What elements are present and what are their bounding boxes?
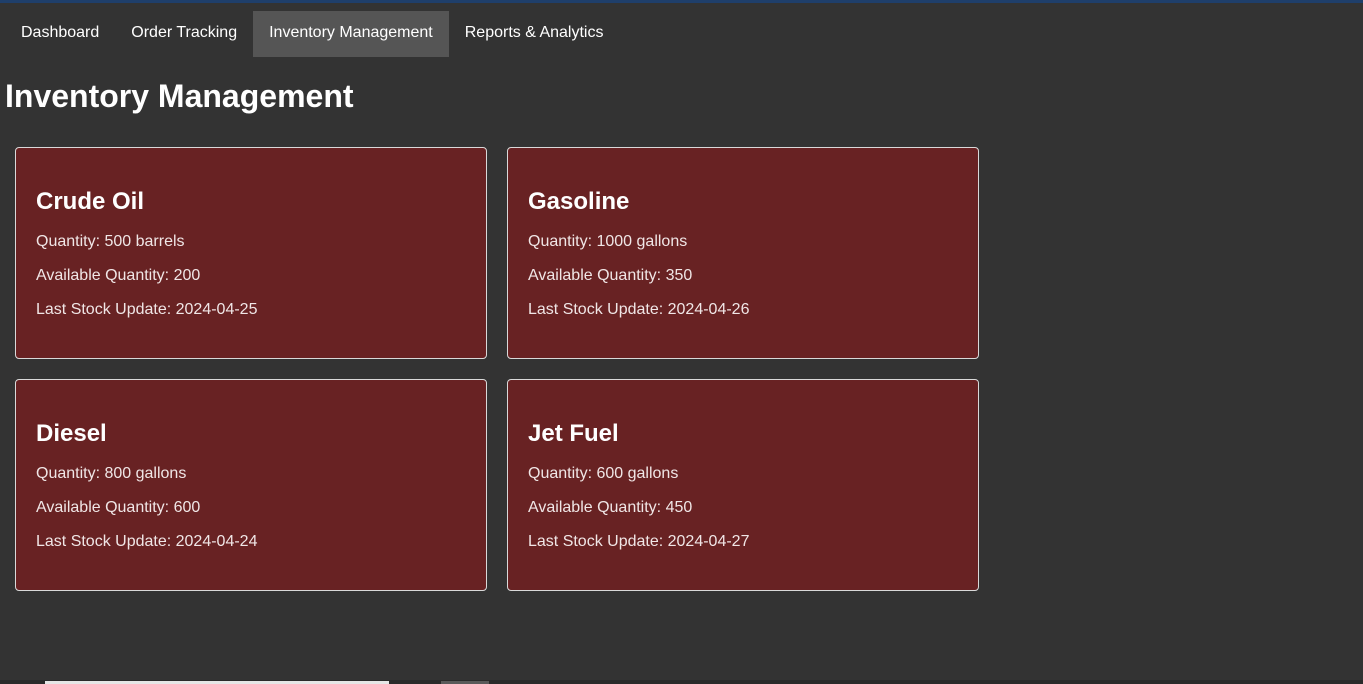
card-title: Gasoline bbox=[528, 188, 630, 215]
card-title: Jet Fuel bbox=[528, 420, 619, 447]
card-available-quantity: Available Quantity: 600 bbox=[36, 499, 201, 516]
card-quantity: Quantity: 600 gallons bbox=[528, 465, 679, 482]
inventory-grid: Crude Oil Quantity: 500 barrels Availabl… bbox=[15, 147, 979, 591]
page-title: Inventory Management bbox=[5, 78, 354, 114]
card-last-stock-update: Last Stock Update: 2024-04-24 bbox=[36, 533, 258, 550]
card-quantity: Quantity: 1000 gallons bbox=[528, 233, 688, 250]
card-last-stock-update: Last Stock Update: 2024-04-25 bbox=[36, 301, 258, 318]
card-quantity: Quantity: 800 gallons bbox=[36, 465, 187, 482]
card-available-quantity: Available Quantity: 450 bbox=[528, 499, 693, 516]
card-title: Crude Oil bbox=[36, 188, 145, 215]
nav-item-dashboard[interactable]: Dashboard bbox=[5, 11, 115, 57]
inventory-card-gasoline: Gasoline Quantity: 1000 gallons Availabl… bbox=[507, 147, 979, 359]
inventory-card-jet-fuel: Jet Fuel Quantity: 600 gallons Available… bbox=[507, 379, 979, 591]
card-available-quantity: Available Quantity: 350 bbox=[528, 267, 693, 284]
card-last-stock-update: Last Stock Update: 2024-04-26 bbox=[528, 301, 750, 318]
top-accent-border bbox=[0, 0, 1363, 3]
card-quantity: Quantity: 500 barrels bbox=[36, 233, 185, 250]
nav-item-order-tracking[interactable]: Order Tracking bbox=[115, 11, 253, 57]
card-title: Diesel bbox=[36, 420, 107, 447]
inventory-card-crude-oil: Crude Oil Quantity: 500 barrels Availabl… bbox=[15, 147, 487, 359]
card-last-stock-update: Last Stock Update: 2024-04-27 bbox=[528, 533, 750, 550]
card-available-quantity: Available Quantity: 200 bbox=[36, 267, 201, 284]
nav-item-reports-analytics[interactable]: Reports & Analytics bbox=[449, 11, 620, 57]
inventory-card-diesel: Diesel Quantity: 800 gallons Available Q… bbox=[15, 379, 487, 591]
main-nav: Dashboard Order Tracking Inventory Manag… bbox=[5, 11, 619, 57]
nav-item-inventory-management[interactable]: Inventory Management bbox=[253, 11, 449, 57]
